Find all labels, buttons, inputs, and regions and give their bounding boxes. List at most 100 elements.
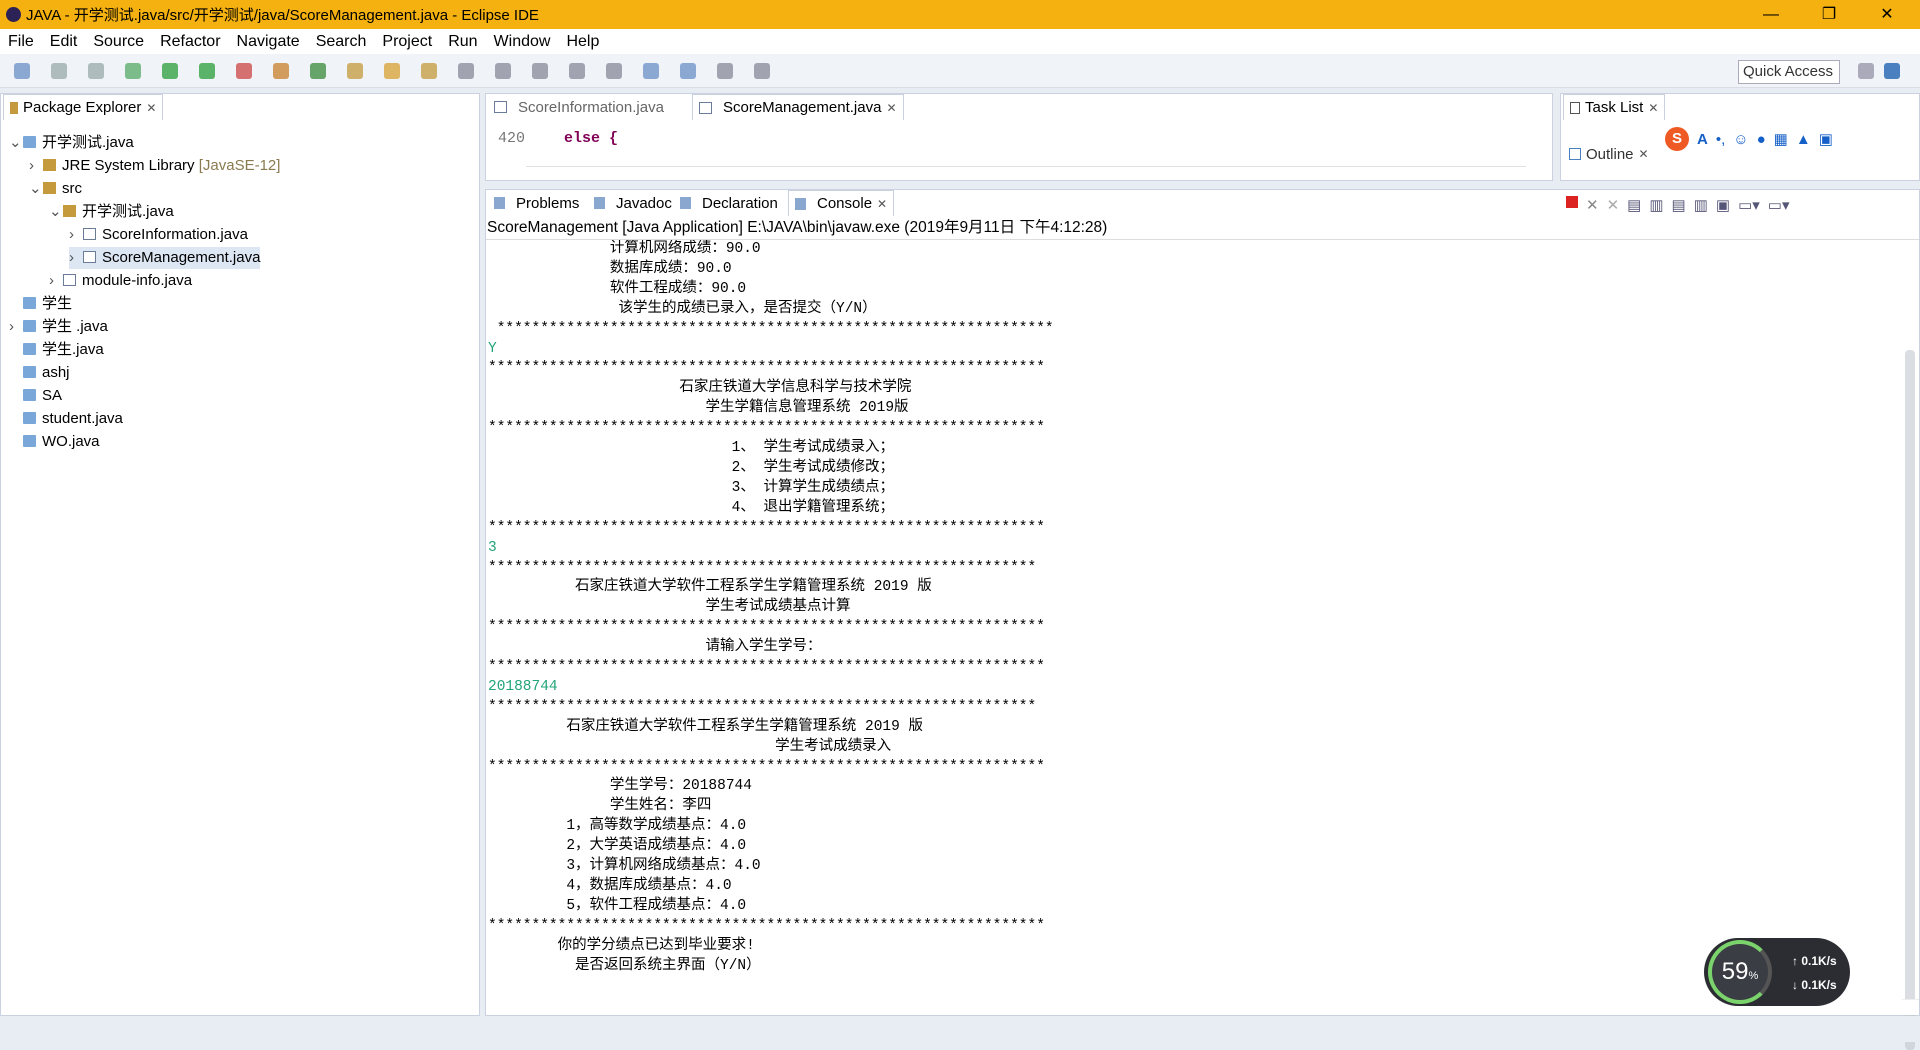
tab-console[interactable]: Console ✕ — [788, 190, 895, 216]
expand-chevron-icon[interactable]: ⌄ — [29, 178, 43, 200]
tab-problems[interactable]: Problems — [488, 190, 585, 216]
toolbar-button-icon[interactable] — [199, 63, 215, 79]
toolbar-button-icon[interactable] — [680, 63, 696, 79]
menu-edit[interactable]: Edit — [42, 33, 86, 51]
expand-chevron-icon[interactable]: › — [69, 247, 83, 269]
menu-window[interactable]: Window — [486, 33, 559, 51]
punctuation-icon[interactable]: •, — [1716, 131, 1725, 148]
skin-icon[interactable]: ▲ — [1796, 131, 1811, 148]
sogou-logo-icon[interactable]: S — [1665, 127, 1689, 151]
toolbar-button-icon[interactable] — [643, 63, 659, 79]
tab-declaration[interactable]: Declaration — [674, 190, 784, 216]
toolbar-button-icon[interactable] — [273, 63, 289, 79]
toolbar-button-icon[interactable] — [532, 63, 548, 79]
remove-all-icon[interactable]: ✕ — [1607, 196, 1620, 214]
close-icon[interactable]: ✕ — [1648, 101, 1658, 115]
expand-chevron-icon[interactable]: › — [29, 155, 43, 177]
toolbar-button-icon[interactable] — [236, 63, 252, 79]
tree-item[interactable]: ⌄ 开学测试.java — [9, 132, 134, 154]
horizontal-scrollbar[interactable] — [526, 166, 1526, 178]
tab-javadoc[interactable]: Javadoc — [588, 190, 678, 216]
menu-source[interactable]: Source — [85, 33, 152, 51]
emoji-icon[interactable]: ☺ — [1733, 131, 1748, 148]
expand-chevron-icon[interactable]: › — [69, 224, 83, 246]
font-icon[interactable]: A — [1697, 131, 1708, 148]
tab-outline[interactable]: Outline ✕ — [1563, 141, 1655, 167]
open-console-icon[interactable]: ▭▾ — [1768, 196, 1790, 214]
menu-run[interactable]: Run — [440, 33, 485, 51]
menu-project[interactable]: Project — [374, 33, 440, 51]
tab-scoreinformation[interactable]: ScoreInformation.java — [488, 94, 670, 120]
toolbar-button-icon[interactable] — [495, 63, 511, 79]
toolbar-button-icon[interactable] — [717, 63, 733, 79]
tree-item[interactable]: ashj — [9, 362, 70, 384]
close-icon[interactable]: ✕ — [877, 197, 887, 211]
close-icon[interactable]: ✕ — [146, 101, 156, 115]
tree-item[interactable]: student.java — [9, 408, 123, 430]
terminate-icon[interactable] — [1566, 196, 1578, 208]
tree-item[interactable]: ⌄ src — [29, 178, 82, 200]
menu-refactor[interactable]: Refactor — [152, 33, 228, 51]
perspective-icon[interactable] — [1858, 63, 1874, 79]
tree-item[interactable]: 学生.java — [9, 339, 104, 361]
toolbar-button-icon[interactable] — [569, 63, 585, 79]
code-line[interactable]: 420 else { — [498, 130, 618, 147]
tree-item-label: student.java — [42, 410, 123, 427]
expand-chevron-icon[interactable]: ⌄ — [49, 201, 63, 223]
toolbar-button-icon[interactable] — [51, 63, 67, 79]
menu-file[interactable]: File — [0, 33, 42, 51]
tree-item[interactable]: SA — [9, 385, 62, 407]
toolbox-icon[interactable]: ▣ — [1819, 130, 1833, 148]
tab-package-explorer[interactable]: Package Explorer ✕ — [3, 94, 164, 120]
show-on-output-icon[interactable]: ▥ — [1694, 196, 1708, 214]
network-monitor-widget[interactable]: 59% ↑ 0.1K/s ↓ 0.1K/s — [1704, 938, 1850, 1006]
console-vertical-scrollbar[interactable] — [1905, 350, 1915, 1050]
expand-chevron-icon[interactable]: › — [9, 316, 23, 338]
tab-scoremanagement[interactable]: ScoreManagement.java ✕ — [692, 94, 904, 120]
tree-item[interactable]: › JRE System Library [JavaSE-12] — [29, 155, 280, 177]
close-button[interactable]: ✕ — [1858, 0, 1916, 29]
display-console-icon[interactable]: ▭▾ — [1738, 196, 1760, 214]
console-horizontal-scrollbar[interactable] — [486, 999, 1919, 1015]
minimize-button[interactable]: — — [1742, 0, 1800, 29]
close-icon[interactable]: ✕ — [886, 101, 896, 115]
toolbar-button-icon[interactable] — [347, 63, 363, 79]
menu-navigate[interactable]: Navigate — [229, 33, 308, 51]
quick-access-input[interactable]: Quick Access — [1738, 60, 1840, 84]
toolbar-button-icon[interactable] — [421, 63, 437, 79]
toolbar-button-icon[interactable] — [606, 63, 622, 79]
toolbar-button-icon[interactable] — [125, 63, 141, 79]
toolbar-button-icon[interactable] — [14, 63, 30, 79]
tree-item[interactable]: › module-info.java — [49, 270, 192, 292]
toolbar-button-icon[interactable] — [458, 63, 474, 79]
console-output[interactable]: 计算机网络成绩：90.0 数据库成绩：90.0 软件工程成绩：90.0 该学生的… — [486, 240, 1902, 1000]
pin-console-icon[interactable]: ▣ — [1716, 196, 1730, 214]
tab-task-list[interactable]: Task List ✕ — [1563, 94, 1666, 120]
scroll-lock-icon[interactable]: ▥ — [1649, 196, 1663, 214]
close-icon[interactable]: ✕ — [1639, 147, 1649, 161]
menu-search[interactable]: Search — [308, 33, 375, 51]
keyboard-icon[interactable]: ▦ — [1774, 130, 1788, 148]
maximize-button[interactable]: ❐ — [1800, 0, 1858, 29]
console-input-line: 20188744 — [488, 678, 558, 695]
toolbar-button-icon[interactable] — [384, 63, 400, 79]
tree-item[interactable]: 学生 — [9, 293, 72, 315]
tree-item[interactable]: › ScoreManagement.java — [69, 247, 261, 269]
toolbar-button-icon[interactable] — [310, 63, 326, 79]
java-perspective-icon[interactable] — [1884, 63, 1900, 79]
tree-item[interactable]: WO.java — [9, 431, 100, 453]
toolbar-button-icon[interactable] — [754, 63, 770, 79]
ime-toolbar[interactable]: S A •, ☺ ● ▦ ▲ ▣ — [1661, 124, 1917, 154]
expand-chevron-icon[interactable]: ⌄ — [9, 132, 23, 154]
word-wrap-icon[interactable]: ▤ — [1672, 196, 1686, 214]
tree-item[interactable]: ⌄ 开学测试.java — [49, 201, 174, 223]
expand-chevron-icon[interactable]: › — [49, 270, 63, 292]
microphone-icon[interactable]: ● — [1757, 131, 1766, 148]
remove-launch-icon[interactable]: ✕ — [1586, 196, 1599, 214]
menu-help[interactable]: Help — [558, 33, 607, 51]
tree-item[interactable]: › 学生 .java — [9, 316, 108, 338]
toolbar-button-icon[interactable] — [88, 63, 104, 79]
tree-item[interactable]: › ScoreInformation.java — [69, 224, 248, 246]
clear-console-icon[interactable]: ▤ — [1627, 196, 1641, 214]
toolbar-button-icon[interactable] — [162, 63, 178, 79]
